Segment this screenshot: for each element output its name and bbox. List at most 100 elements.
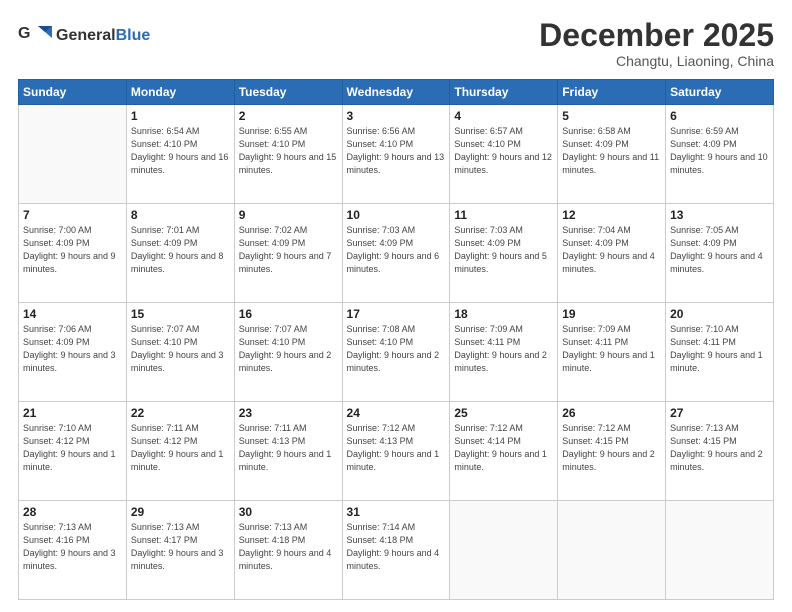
day-cell-1-0: 7 Sunrise: 7:00 AM Sunset: 4:09 PM Dayli… [19,204,127,303]
sunrise: Sunrise: 6:57 AM [454,126,523,136]
sunset: Sunset: 4:11 PM [454,337,520,347]
day-cell-1-1: 8 Sunrise: 7:01 AM Sunset: 4:09 PM Dayli… [126,204,234,303]
sunrise: Sunrise: 6:54 AM [131,126,200,136]
day-cell-1-4: 11 Sunrise: 7:03 AM Sunset: 4:09 PM Dayl… [450,204,558,303]
day-cell-0-4: 4 Sunrise: 6:57 AM Sunset: 4:10 PM Dayli… [450,105,558,204]
day-number: 10 [347,208,446,222]
daylight: Daylight: 9 hours and 1 minute. [347,449,440,472]
daylight: Daylight: 9 hours and 3 minutes. [131,548,224,571]
sunrise: Sunrise: 7:10 AM [23,423,92,433]
svg-text:G: G [18,25,30,42]
sunrise: Sunrise: 7:09 AM [454,324,523,334]
sunrise: Sunrise: 7:00 AM [23,225,92,235]
day-cell-4-0: 28 Sunrise: 7:13 AM Sunset: 4:16 PM Dayl… [19,501,127,600]
day-cell-2-0: 14 Sunrise: 7:06 AM Sunset: 4:09 PM Dayl… [19,303,127,402]
day-number: 19 [562,307,661,321]
header-wednesday: Wednesday [342,80,450,105]
day-cell-0-5: 5 Sunrise: 6:58 AM Sunset: 4:09 PM Dayli… [558,105,666,204]
week-row-4: 21 Sunrise: 7:10 AM Sunset: 4:12 PM Dayl… [19,402,774,501]
sunset: Sunset: 4:11 PM [670,337,736,347]
sunset: Sunset: 4:12 PM [23,436,90,446]
sunrise: Sunrise: 7:02 AM [239,225,308,235]
week-row-5: 28 Sunrise: 7:13 AM Sunset: 4:16 PM Dayl… [19,501,774,600]
sunset: Sunset: 4:12 PM [131,436,198,446]
sunset: Sunset: 4:09 PM [23,337,90,347]
sunset: Sunset: 4:10 PM [131,139,198,149]
daylight: Daylight: 9 hours and 12 minutes. [454,152,552,175]
sunrise: Sunrise: 7:13 AM [23,522,92,532]
day-cell-2-3: 17 Sunrise: 7:08 AM Sunset: 4:10 PM Dayl… [342,303,450,402]
daylight: Daylight: 9 hours and 2 minutes. [670,449,763,472]
day-info: Sunrise: 7:13 AM Sunset: 4:17 PM Dayligh… [131,521,230,573]
sunrise: Sunrise: 7:12 AM [454,423,523,433]
day-cell-3-5: 26 Sunrise: 7:12 AM Sunset: 4:15 PM Dayl… [558,402,666,501]
daylight: Daylight: 9 hours and 2 minutes. [454,350,547,373]
day-number: 25 [454,406,553,420]
month-title: December 2025 [539,18,774,53]
sunrise: Sunrise: 7:10 AM [670,324,739,334]
day-number: 20 [670,307,769,321]
daylight: Daylight: 9 hours and 15 minutes. [239,152,337,175]
day-info: Sunrise: 7:00 AM Sunset: 4:09 PM Dayligh… [23,224,122,276]
daylight: Daylight: 9 hours and 4 minutes. [239,548,332,571]
day-cell-4-4 [450,501,558,600]
sunset: Sunset: 4:16 PM [23,535,90,545]
day-number: 1 [131,109,230,123]
daylight: Daylight: 9 hours and 7 minutes. [239,251,332,274]
day-number: 2 [239,109,338,123]
sunset: Sunset: 4:13 PM [239,436,306,446]
sunset: Sunset: 4:10 PM [131,337,198,347]
day-cell-1-3: 10 Sunrise: 7:03 AM Sunset: 4:09 PM Dayl… [342,204,450,303]
sunset: Sunset: 4:10 PM [239,139,306,149]
day-cell-3-3: 24 Sunrise: 7:12 AM Sunset: 4:13 PM Dayl… [342,402,450,501]
sunset: Sunset: 4:09 PM [239,238,306,248]
sunset: Sunset: 4:09 PM [670,238,737,248]
daylight: Daylight: 9 hours and 3 minutes. [23,548,116,571]
sunset: Sunset: 4:09 PM [562,238,629,248]
sunset: Sunset: 4:15 PM [670,436,737,446]
title-block: December 2025 Changtu, Liaoning, China [539,18,774,69]
sunset: Sunset: 4:10 PM [347,337,414,347]
day-info: Sunrise: 7:06 AM Sunset: 4:09 PM Dayligh… [23,323,122,375]
sunrise: Sunrise: 7:07 AM [131,324,200,334]
day-number: 6 [670,109,769,123]
day-number: 14 [23,307,122,321]
daylight: Daylight: 9 hours and 1 minute. [23,449,116,472]
day-number: 24 [347,406,446,420]
sunrise: Sunrise: 7:08 AM [347,324,416,334]
day-info: Sunrise: 7:11 AM Sunset: 4:13 PM Dayligh… [239,422,338,474]
sunset: Sunset: 4:09 PM [670,139,737,149]
day-number: 27 [670,406,769,420]
sunrise: Sunrise: 7:11 AM [239,423,307,433]
sunset: Sunset: 4:17 PM [131,535,198,545]
day-number: 11 [454,208,553,222]
header: G GeneralBlue December 2025 Changtu, Lia… [18,18,774,69]
day-info: Sunrise: 7:12 AM Sunset: 4:14 PM Dayligh… [454,422,553,474]
sunrise: Sunrise: 7:13 AM [239,522,308,532]
day-cell-4-6 [666,501,774,600]
daylight: Daylight: 9 hours and 4 minutes. [347,548,440,571]
day-info: Sunrise: 7:07 AM Sunset: 4:10 PM Dayligh… [131,323,230,375]
daylight: Daylight: 9 hours and 4 minutes. [562,251,655,274]
day-cell-3-4: 25 Sunrise: 7:12 AM Sunset: 4:14 PM Dayl… [450,402,558,501]
sunrise: Sunrise: 7:12 AM [347,423,416,433]
day-info: Sunrise: 7:08 AM Sunset: 4:10 PM Dayligh… [347,323,446,375]
daylight: Daylight: 9 hours and 4 minutes. [670,251,763,274]
day-info: Sunrise: 7:09 AM Sunset: 4:11 PM Dayligh… [562,323,661,375]
sunrise: Sunrise: 7:03 AM [347,225,416,235]
day-info: Sunrise: 7:10 AM Sunset: 4:12 PM Dayligh… [23,422,122,474]
day-number: 26 [562,406,661,420]
day-info: Sunrise: 6:56 AM Sunset: 4:10 PM Dayligh… [347,125,446,177]
day-info: Sunrise: 7:12 AM Sunset: 4:15 PM Dayligh… [562,422,661,474]
daylight: Daylight: 9 hours and 11 minutes. [562,152,659,175]
sunrise: Sunrise: 7:09 AM [562,324,631,334]
header-monday: Monday [126,80,234,105]
sunset: Sunset: 4:13 PM [347,436,414,446]
day-info: Sunrise: 7:05 AM Sunset: 4:09 PM Dayligh… [670,224,769,276]
weekday-header-row: Sunday Monday Tuesday Wednesday Thursday… [19,80,774,105]
day-cell-0-1: 1 Sunrise: 6:54 AM Sunset: 4:10 PM Dayli… [126,105,234,204]
day-number: 21 [23,406,122,420]
day-number: 18 [454,307,553,321]
sunset: Sunset: 4:10 PM [347,139,414,149]
week-row-2: 7 Sunrise: 7:00 AM Sunset: 4:09 PM Dayli… [19,204,774,303]
